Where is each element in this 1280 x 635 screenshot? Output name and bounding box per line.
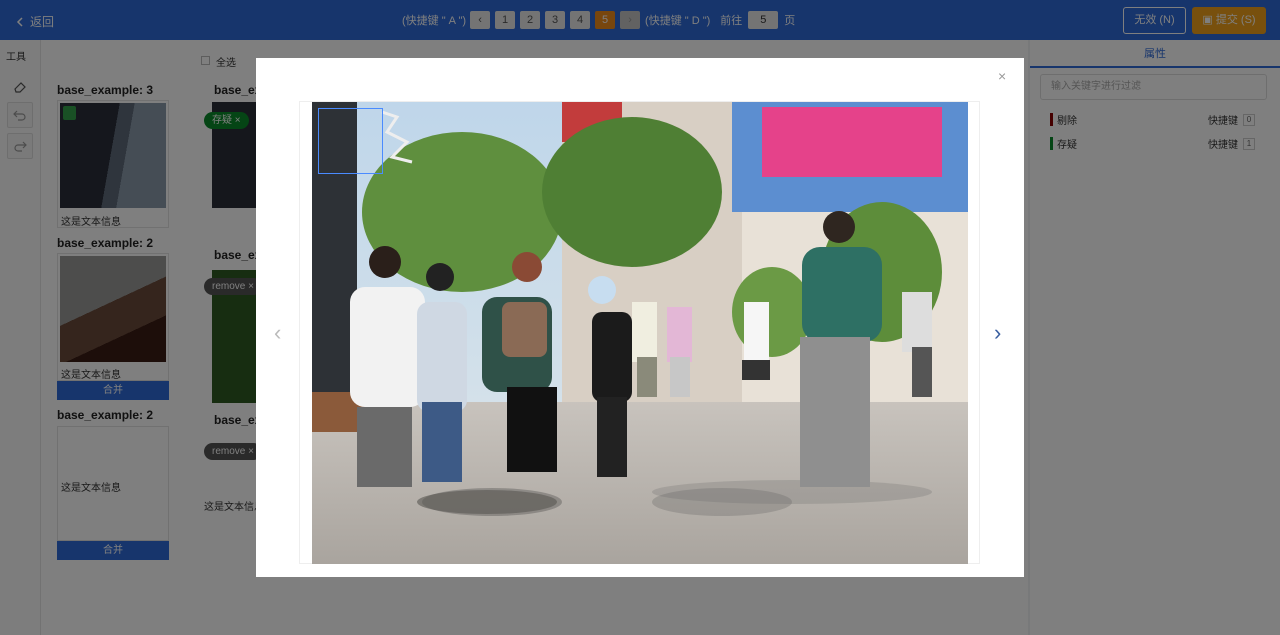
close-icon[interactable]: × — [998, 68, 1006, 84]
next-image-arrow[interactable]: › — [994, 320, 1001, 346]
street-photo — [312, 102, 968, 564]
annotation-box[interactable] — [318, 108, 383, 174]
image-preview-modal: × ‹ › — [256, 58, 1024, 577]
prev-image-arrow[interactable]: ‹ — [274, 320, 281, 346]
street-scene-image — [312, 102, 968, 564]
